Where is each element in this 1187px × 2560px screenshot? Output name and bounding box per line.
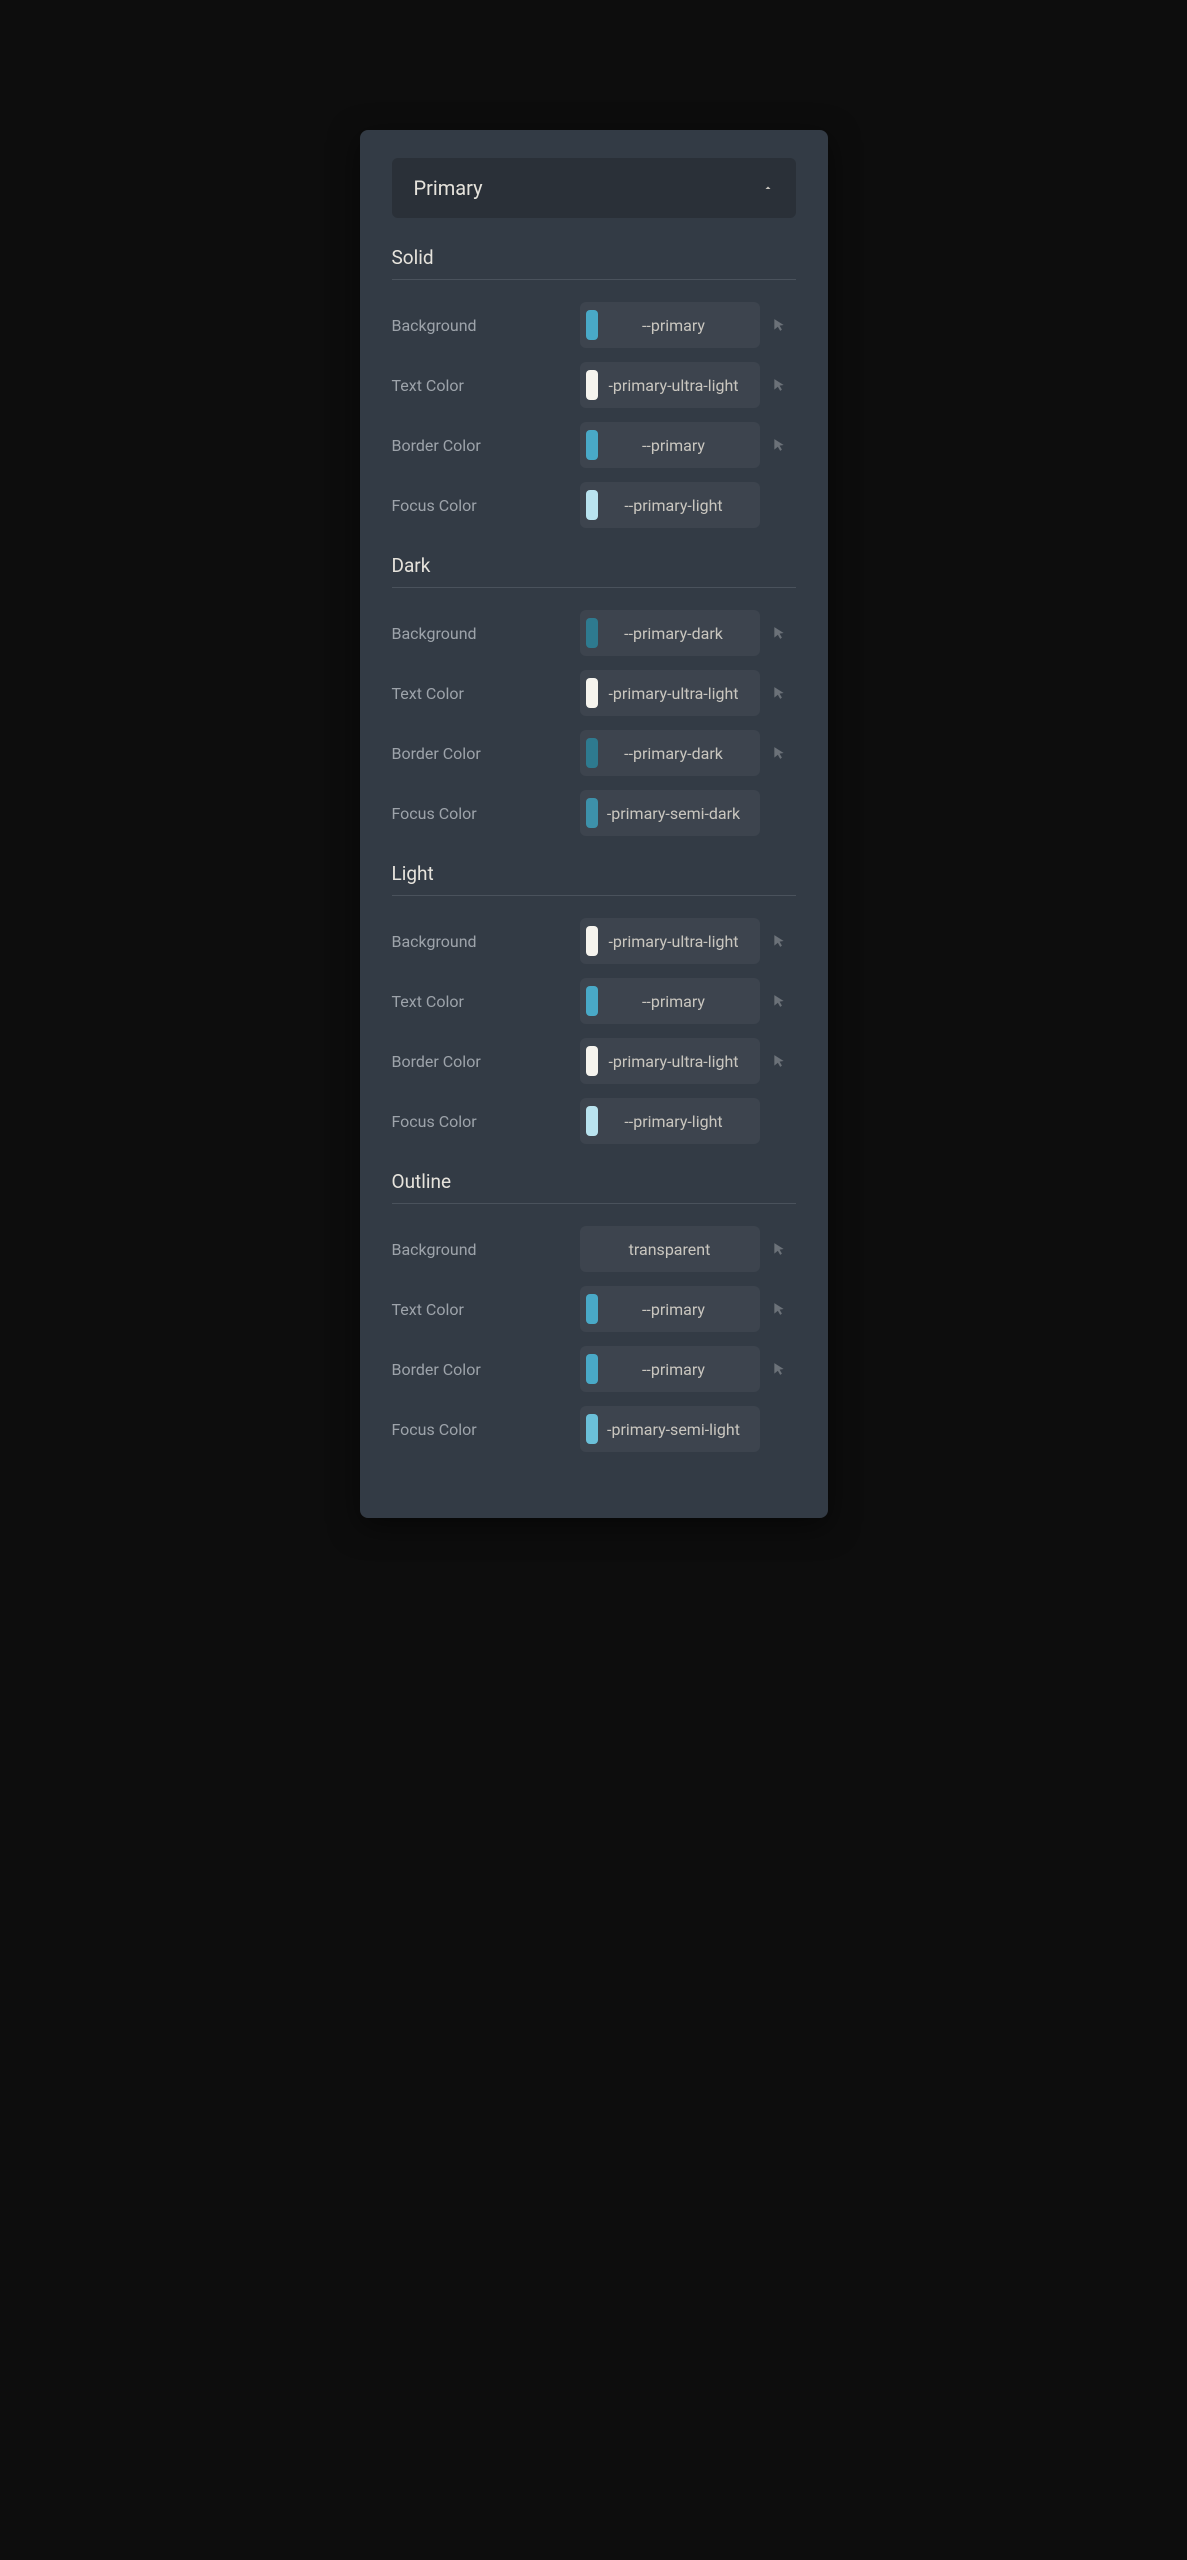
color-chip[interactable]: --primary-dark — [580, 730, 760, 776]
pick-cursor-icon[interactable] — [766, 934, 792, 948]
row-label: Focus Color — [392, 496, 580, 515]
color-row: Text Color -primary-ultra-light — [392, 670, 796, 716]
color-row: Background transparent — [392, 1226, 796, 1272]
color-value: -primary-ultra-light — [594, 684, 754, 703]
accordion-header[interactable]: Primary — [392, 158, 796, 218]
section-title: Outline — [392, 1170, 796, 1204]
row-label: Background — [392, 316, 580, 335]
section-title: Solid — [392, 246, 796, 280]
row-label: Focus Color — [392, 1420, 580, 1439]
color-value: --primary — [594, 436, 754, 455]
color-row: Focus Color --primary-light — [392, 482, 796, 528]
row-label: Border Color — [392, 744, 580, 763]
color-chip[interactable]: -primary-ultra-light — [580, 918, 760, 964]
color-chip[interactable]: --primary-light — [580, 482, 760, 528]
section: Dark Background --primary-dark Text Color -p… — [392, 554, 796, 836]
row-label: Background — [392, 1240, 580, 1259]
color-chip[interactable]: -primary-ultra-light — [580, 1038, 760, 1084]
row-label: Border Color — [392, 436, 580, 455]
color-value: --primary-dark — [594, 744, 754, 763]
row-label: Border Color — [392, 1052, 580, 1071]
color-row: Focus Color -primary-semi-dark — [392, 790, 796, 836]
color-row: Text Color -primary-ultra-light — [392, 362, 796, 408]
color-value: --primary — [594, 992, 754, 1011]
color-chip[interactable]: --primary — [580, 978, 760, 1024]
color-row: Focus Color --primary-light — [392, 1098, 796, 1144]
color-row: Border Color --primary — [392, 422, 796, 468]
accordion-title: Primary — [414, 176, 483, 200]
color-row: Focus Color -primary-semi-light — [392, 1406, 796, 1452]
color-value: -primary-semi-dark — [594, 804, 754, 823]
row-label: Background — [392, 932, 580, 951]
color-row: Background --primary — [392, 302, 796, 348]
section: Outline Background transparent Text Color --… — [392, 1170, 796, 1452]
color-chip[interactable]: -primary-semi-dark — [580, 790, 760, 836]
color-value: --primary-light — [594, 1112, 754, 1131]
section: Light Background -primary-ultra-light Text … — [392, 862, 796, 1144]
row-label: Focus Color — [392, 1112, 580, 1131]
color-value: -primary-ultra-light — [594, 376, 754, 395]
section-title: Light — [392, 862, 796, 896]
pick-cursor-icon[interactable] — [766, 994, 792, 1008]
pick-cursor-icon[interactable] — [766, 1242, 792, 1256]
color-value: -primary-ultra-light — [594, 932, 754, 951]
pick-cursor-icon[interactable] — [766, 746, 792, 760]
pick-cursor-icon[interactable] — [766, 318, 792, 332]
color-value: -primary-semi-light — [594, 1420, 754, 1439]
color-chip[interactable]: --primary-light — [580, 1098, 760, 1144]
row-label: Focus Color — [392, 804, 580, 823]
row-label: Text Color — [392, 684, 580, 703]
section: Solid Background --primary Text Color -prima… — [392, 246, 796, 528]
color-row: Border Color -primary-ultra-light — [392, 1038, 796, 1084]
section-title: Dark — [392, 554, 796, 588]
pick-cursor-icon[interactable] — [766, 1362, 792, 1376]
pick-cursor-icon[interactable] — [766, 686, 792, 700]
color-row: Text Color --primary — [392, 1286, 796, 1332]
row-label: Text Color — [392, 1300, 580, 1319]
color-chip[interactable]: -primary-ultra-light — [580, 362, 760, 408]
row-label: Text Color — [392, 992, 580, 1011]
color-row: Text Color --primary — [392, 978, 796, 1024]
color-chip[interactable]: --primary — [580, 1346, 760, 1392]
color-chip[interactable]: --primary — [580, 1286, 760, 1332]
row-label: Text Color — [392, 376, 580, 395]
row-label: Background — [392, 624, 580, 643]
pick-cursor-icon[interactable] — [766, 1302, 792, 1316]
color-value: --primary-light — [594, 496, 754, 515]
row-label: Border Color — [392, 1360, 580, 1379]
color-chip[interactable]: --primary — [580, 302, 760, 348]
color-chip[interactable]: -primary-semi-light — [580, 1406, 760, 1452]
color-chip[interactable]: --primary-dark — [580, 610, 760, 656]
pick-cursor-icon[interactable] — [766, 438, 792, 452]
pick-cursor-icon[interactable] — [766, 1054, 792, 1068]
color-value: transparent — [586, 1240, 754, 1259]
color-settings-panel: Primary SolidBackground--primaryText Col… — [360, 130, 828, 1518]
pick-cursor-icon[interactable] — [766, 378, 792, 392]
color-value: -primary-ultra-light — [594, 1052, 754, 1071]
color-row: Background -primary-ultra-light — [392, 918, 796, 964]
color-chip[interactable]: --primary — [580, 422, 760, 468]
color-value: --primary — [594, 1360, 754, 1379]
color-value: --primary-dark — [594, 624, 754, 643]
color-row: Border Color --primary-dark — [392, 730, 796, 776]
color-chip[interactable]: -primary-ultra-light — [580, 670, 760, 716]
chevron-up-icon — [762, 182, 774, 194]
color-chip[interactable]: transparent — [580, 1226, 760, 1272]
color-row: Background --primary-dark — [392, 610, 796, 656]
color-value: --primary — [594, 316, 754, 335]
color-row: Border Color --primary — [392, 1346, 796, 1392]
color-value: --primary — [594, 1300, 754, 1319]
pick-cursor-icon[interactable] — [766, 626, 792, 640]
